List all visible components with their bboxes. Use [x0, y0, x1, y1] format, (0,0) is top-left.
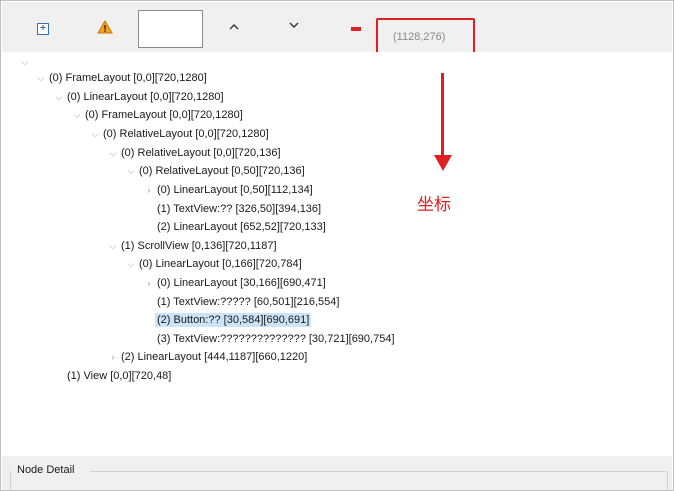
tree-node[interactable]: ⌵ (0) FrameLayout [0,0][720,1280]: [71, 106, 245, 124]
tree-node[interactable]: (3) TextView:?????????????? [30,721][690…: [143, 330, 397, 348]
tree-node[interactable]: ⌵ (0) LinearLayout [0,0][720,1280]: [53, 88, 226, 106]
node-detail-frame: [10, 471, 668, 489]
annotation-arrow-shaft: [441, 73, 444, 159]
ui-automator-viewer-panel: + (1128,276) ⌵ ⌵ (0) FrameLayout [0,0][72…: [0, 0, 674, 491]
coordinate-annotation-label: 坐标: [417, 195, 451, 215]
tree-node[interactable]: (1) TextView:?? [326,50][394,136]: [143, 200, 323, 218]
tree-node-label: (1) TextView:????? [60,501][216,554]: [157, 296, 340, 308]
tree-node[interactable]: › (0) LinearLayout [30,166][690,471]: [143, 274, 328, 292]
tree-node[interactable]: ⌵ (1) ScrollView [0,136][720,1187]: [107, 237, 279, 255]
expand-toggle-icon[interactable]: ›: [143, 274, 155, 292]
tree-node-selected[interactable]: (2) Button:?? [30,584][690,691]: [143, 311, 312, 329]
collapse-toggle-icon[interactable]: ⌵: [19, 53, 31, 71]
tree-node-label: (3) TextView:?????????????? [30,721][690…: [157, 333, 395, 345]
collapse-toggle-icon[interactable]: ⌵: [89, 125, 101, 143]
expand-toggle-icon[interactable]: ›: [107, 348, 119, 366]
node-preview-box[interactable]: [138, 10, 203, 48]
tree-node[interactable]: ⌵ (0) RelativeLayout [0,0][720,136]: [107, 144, 283, 162]
tree-node-label: (2) LinearLayout [444,1187][660,1220]: [121, 351, 308, 363]
chevron-down-icon[interactable]: [287, 19, 301, 31]
node-detail-divider: [90, 471, 666, 472]
tree-node-label: (1) View [0,0][720,48]: [67, 370, 172, 382]
tree-node[interactable]: (2) LinearLayout [652,52][720,133]: [143, 218, 328, 236]
tree-node-label: (0) RelativeLayout [0,0][720,1280]: [103, 128, 269, 140]
tree-node-label: (0) LinearLayout [0,166][720,784]: [139, 258, 302, 270]
tree-node-label: (0) LinearLayout [30,166][690,471]: [157, 277, 326, 289]
collapse-toggle-icon[interactable]: ⌵: [107, 144, 119, 162]
tree-node-label: (2) LinearLayout [652,52][720,133]: [157, 221, 326, 233]
tree-node[interactable]: ⌵ (0) RelativeLayout [0,0][720,1280]: [89, 125, 271, 143]
tree-node[interactable]: ⌵ (0) RelativeLayout [0,50][720,136]: [125, 162, 307, 180]
tree-node-label: (2) Button:?? [30,584][690,691]: [155, 313, 312, 327]
annotation-dash: [351, 27, 361, 31]
tree-node[interactable]: › (2) LinearLayout [444,1187][660,1220]: [107, 348, 309, 366]
warning-icon[interactable]: [97, 20, 113, 34]
tree-node-label: (1) ScrollView [0,136][720,1187]: [121, 240, 277, 252]
tree-node-label: (0) FrameLayout [0,0][720,1280]: [85, 109, 243, 121]
expand-toggle-icon[interactable]: ›: [143, 181, 155, 199]
tree-node-label: (1) TextView:?? [326,50][394,136]: [157, 203, 322, 215]
coordinate-readout: (1128,276): [393, 31, 446, 43]
collapse-toggle-icon[interactable]: ⌵: [125, 255, 137, 273]
tree-node-label: (0) FrameLayout [0,0][720,1280]: [49, 72, 207, 84]
collapse-toggle-icon[interactable]: ⌵: [35, 69, 47, 87]
tree-node-label: (0) RelativeLayout [0,50][720,136]: [139, 165, 305, 177]
collapse-toggle-icon[interactable]: ⌵: [107, 237, 119, 255]
tree-node[interactable]: (1) View [0,0][720,48]: [53, 367, 173, 385]
collapse-toggle-icon[interactable]: ⌵: [53, 88, 65, 106]
collapse-toggle-icon[interactable]: ⌵: [71, 106, 83, 124]
tree-node[interactable]: ⌵ (0) FrameLayout [0,0][720,1280]: [35, 69, 209, 87]
node-detail-title: Node Detail: [17, 464, 75, 476]
collapse-toggle-icon[interactable]: ⌵: [125, 162, 137, 180]
tree-root-toggle[interactable]: ⌵: [19, 53, 31, 71]
tree-node[interactable]: (1) TextView:????? [60,501][216,554]: [143, 293, 341, 311]
chevron-up-icon[interactable]: [227, 21, 241, 33]
expand-all-icon[interactable]: +: [37, 23, 49, 35]
tree-node-label: (0) LinearLayout [0,50][112,134]: [157, 184, 313, 196]
annotation-arrow-head: [434, 155, 452, 171]
node-detail-panel: Node Detail: [2, 460, 672, 490]
tree-node-label: (0) LinearLayout [0,0][720,1280]: [67, 91, 224, 103]
tree-node[interactable]: ⌵ (0) LinearLayout [0,166][720,784]: [125, 255, 304, 273]
tree-node[interactable]: › (0) LinearLayout [0,50][112,134]: [143, 181, 315, 199]
tree-node-label: (0) RelativeLayout [0,0][720,136]: [121, 147, 281, 159]
